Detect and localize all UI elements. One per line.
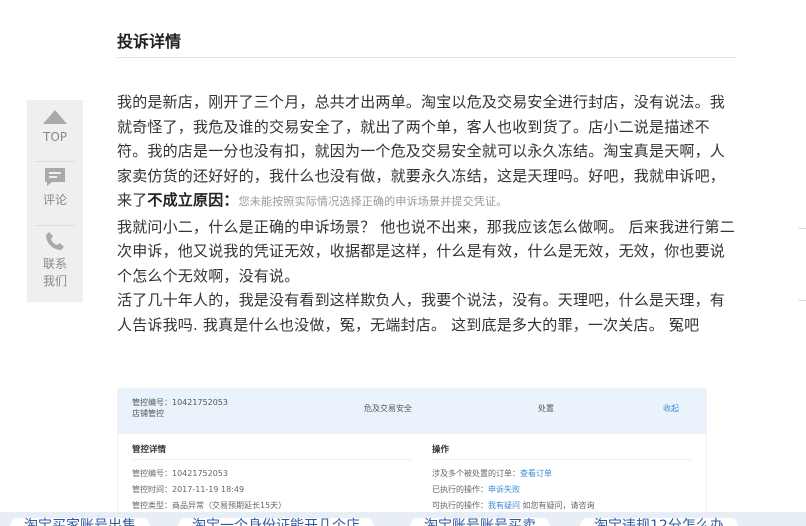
page-title: 投诉详情	[117, 32, 182, 51]
related-tag-link[interactable]: 淘宝买家账号出售	[10, 518, 150, 526]
panel-title: 操作	[432, 443, 692, 460]
top-label: TOP	[42, 130, 67, 144]
contact-button[interactable]: 联系 我们	[27, 230, 83, 300]
control-reason: 危及交易安全	[364, 404, 412, 413]
arrow-up-icon	[43, 110, 67, 124]
detail-row: 管控时间：2017-11-19 18:49	[132, 485, 245, 494]
contact-label-line1: 联系	[42, 257, 67, 271]
title-divider	[117, 57, 737, 58]
operation-panel: 操作 涉及多个被处置的订单：查看订单 已执行的操作：申诉失败 可执行的操作：我有…	[432, 443, 692, 517]
control-detail-panel: 管控详情 管控编号：10421752053 管控时间：2017-11-19 18…	[132, 443, 412, 517]
reason-text: 您未能按照实际情况选择正确的申诉场景并提交凭证。	[238, 195, 508, 208]
paragraph-3: 活了几十年人的，我是没有看到这样欺负人，我要个说法，没有。天理吧，什么是天理，有…	[117, 291, 726, 334]
reason-label: 不成立原因：	[147, 191, 239, 209]
edge-divider	[798, 228, 806, 229]
edge-divider	[798, 300, 806, 301]
question-link: 我有疑问	[488, 501, 520, 510]
side-toolbar: TOP 评论 联系 我们	[27, 100, 83, 302]
view-orders-link: 查看订单	[520, 469, 552, 478]
screenshot-header: 管控编号：10421752053 店铺管控 危及交易安全 处置 收起	[118, 389, 706, 434]
complaint-content: 我的是新店，刚开了三个月，总共才出两单。淘宝以危及交易安全进行封店，没有说法。我…	[117, 90, 737, 337]
embedded-screenshot: 管控编号：10421752053 店铺管控 危及交易安全 处置 收起 管控详情 …	[117, 388, 707, 518]
collapse-link: 收起	[663, 404, 679, 413]
paragraph-2: 我就问小二，什么是正确的申诉场景？ 他也说不出来，那我应该怎么做啊。 后来我进行…	[117, 217, 735, 285]
comment-button[interactable]: 评论	[27, 166, 83, 226]
related-tag-link[interactable]: 淘宝一个身份证能开几个店	[178, 518, 374, 526]
related-tags-bar: 淘宝买家账号出售 淘宝一个身份证能开几个店 淘宝账号账号买卖 淘宝违规12分怎么…	[0, 512, 806, 526]
back-to-top-button[interactable]: TOP	[27, 100, 83, 160]
contact-label-line2: 我们	[42, 274, 67, 288]
paragraph-1: 我的是新店，刚开了三个月，总共才出两单。淘宝以危及交易安全进行封店，没有说法。我…	[117, 90, 737, 215]
operation-row: 已执行的操作：申诉失败	[432, 485, 520, 494]
related-tag-link[interactable]: 淘宝违规12分怎么办	[580, 518, 738, 526]
phone-icon	[46, 232, 64, 250]
operation-row: 涉及多个被处置的订单：查看订单	[432, 469, 552, 478]
control-sub: 店铺管控	[132, 409, 164, 418]
appeal-status-link: 申诉失败	[488, 485, 520, 494]
related-tag-link[interactable]: 淘宝账号账号买卖	[410, 518, 550, 526]
control-code: 管控编号：10421752053	[132, 398, 228, 407]
comment-label: 评论	[42, 193, 67, 207]
side-divider	[35, 225, 75, 226]
comment-icon	[45, 168, 65, 186]
detail-row: 管控编号：10421752053	[132, 469, 228, 478]
side-divider	[35, 161, 75, 162]
panel-title: 管控详情	[132, 443, 412, 460]
control-action: 处置	[538, 404, 554, 413]
